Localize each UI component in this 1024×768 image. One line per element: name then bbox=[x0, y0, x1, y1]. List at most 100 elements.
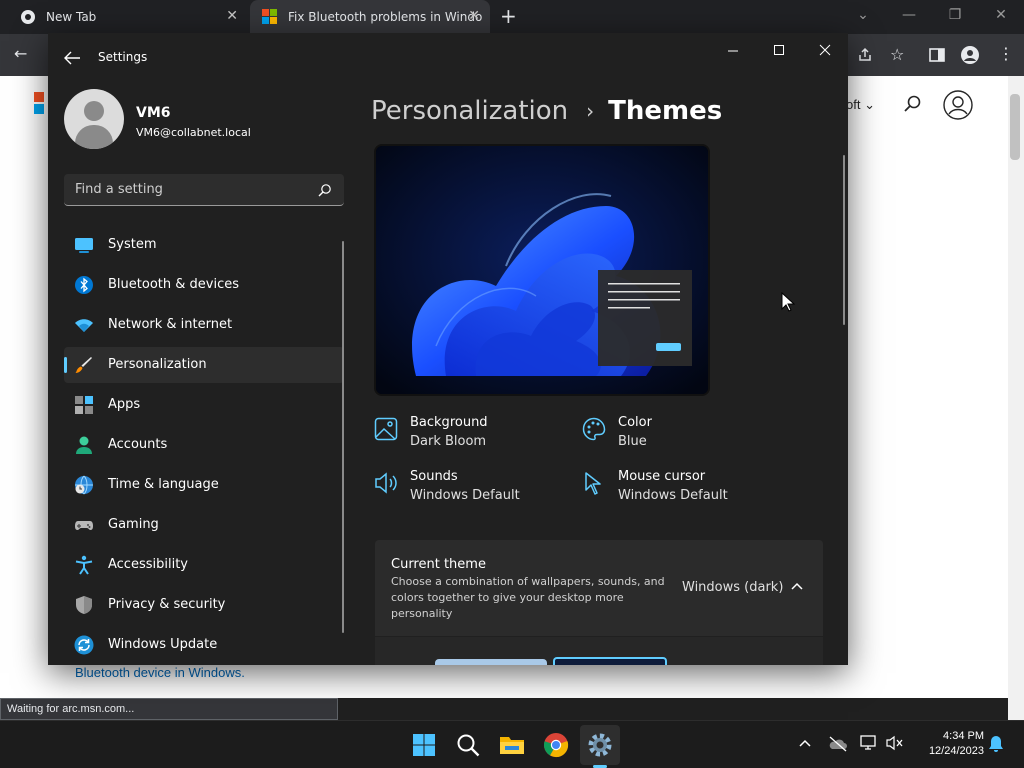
chevron-up-icon[interactable] bbox=[791, 582, 803, 590]
mouse-cursor-value: Windows Default bbox=[618, 488, 728, 503]
browser-tab-bluetooth[interactable]: Fix Bluetooth problems in Windo ✕ bbox=[250, 0, 490, 34]
volume-muted-icon[interactable] bbox=[886, 735, 904, 751]
settings-gear-icon[interactable] bbox=[584, 729, 616, 761]
breadcrumb: Personalization › Themes bbox=[371, 91, 722, 131]
back-arrow-icon[interactable] bbox=[62, 49, 82, 67]
clock-date: 12/24/2023 bbox=[928, 745, 984, 757]
user-profile[interactable]: VM6 VM6@collabnet.local bbox=[64, 89, 354, 151]
web-scrollbar[interactable] bbox=[1008, 76, 1024, 720]
microsoft-logo-icon[interactable] bbox=[34, 92, 44, 114]
theme-thumbnail-light[interactable] bbox=[435, 659, 547, 665]
web-nav-microsoft-menu[interactable]: oft ⌄ bbox=[846, 97, 875, 113]
nav-scrollbar[interactable] bbox=[342, 241, 344, 633]
sidebar-item-privacy[interactable]: Privacy & security bbox=[64, 587, 344, 623]
wifi-icon bbox=[75, 319, 93, 332]
sidebar-item-label: Gaming bbox=[108, 517, 159, 532]
browser-tab-new-tab[interactable]: New Tab ✕ bbox=[8, 0, 248, 34]
browser-window-controls: ⌄ — ❐ ✕ bbox=[840, 0, 1024, 34]
start-icon[interactable] bbox=[408, 729, 440, 761]
microsoft-logo-icon bbox=[262, 9, 277, 24]
browser-tab-title: New Tab bbox=[46, 10, 97, 24]
restore-icon[interactable]: ❐ bbox=[932, 0, 978, 34]
bluetooth-icon bbox=[75, 276, 93, 294]
sidebar-item-accessibility[interactable]: Accessibility bbox=[64, 547, 344, 583]
color-setting[interactable]: Color Blue bbox=[582, 415, 782, 457]
breadcrumb-parent[interactable]: Personalization bbox=[371, 96, 568, 126]
close-icon[interactable] bbox=[802, 37, 848, 67]
minimize-icon[interactable] bbox=[710, 37, 756, 67]
sidebar-item-network[interactable]: Network & internet bbox=[64, 307, 344, 343]
article-link[interactable]: Bluetooth device in Windows. bbox=[75, 665, 245, 680]
account-icon[interactable] bbox=[943, 90, 973, 120]
system-icon bbox=[75, 238, 93, 253]
profile-icon[interactable] bbox=[961, 46, 979, 64]
theme-preview bbox=[374, 144, 710, 396]
search-icon[interactable] bbox=[904, 95, 922, 113]
background-setting[interactable]: Background Dark Bloom bbox=[374, 415, 574, 457]
sidebar-item-label: Time & language bbox=[108, 477, 219, 492]
onedrive-offline-icon[interactable] bbox=[828, 735, 848, 753]
sidebar-item-accounts[interactable]: Accounts bbox=[64, 427, 344, 463]
current-theme-expander[interactable]: Current theme Choose a combination of wa… bbox=[375, 540, 823, 636]
chrome-icon bbox=[21, 10, 35, 24]
file-explorer-icon[interactable] bbox=[496, 729, 528, 761]
content-scrollbar[interactable] bbox=[843, 155, 845, 325]
sidebar-item-personalization[interactable]: Personalization bbox=[64, 347, 344, 383]
minimize-icon[interactable]: — bbox=[886, 0, 932, 34]
image-icon bbox=[374, 417, 398, 441]
sidebar-item-time-language[interactable]: Time & language bbox=[64, 467, 344, 503]
sidebar-item-label: Bluetooth & devices bbox=[108, 277, 239, 292]
sidebar-item-bluetooth[interactable]: Bluetooth & devices bbox=[64, 267, 344, 303]
share-icon[interactable] bbox=[857, 47, 873, 63]
apps-icon bbox=[75, 396, 93, 414]
shield-icon bbox=[76, 596, 92, 614]
side-panel-icon[interactable] bbox=[929, 47, 945, 63]
color-value: Blue bbox=[618, 434, 647, 449]
sidebar-item-label: Windows Update bbox=[108, 637, 218, 652]
page-title: Themes bbox=[608, 96, 723, 126]
clock-time: 4:34 PM bbox=[943, 730, 984, 742]
color-label: Color bbox=[618, 415, 652, 430]
search-icon[interactable] bbox=[318, 183, 332, 197]
browser-tab-bar: New Tab ✕ Fix Bluetooth problems in Wind… bbox=[0, 0, 1024, 34]
search-box bbox=[64, 174, 344, 206]
search-icon[interactable] bbox=[452, 729, 484, 761]
web-scrollbar-thumb[interactable] bbox=[1010, 94, 1020, 160]
maximize-icon[interactable] bbox=[756, 37, 802, 67]
close-icon[interactable]: ✕ bbox=[978, 0, 1024, 34]
back-arrow-icon[interactable]: ← bbox=[14, 44, 27, 63]
breadcrumb-separator: › bbox=[586, 99, 595, 123]
notification-bell-icon[interactable] bbox=[988, 735, 1004, 753]
sidebar-item-label: Privacy & security bbox=[108, 597, 226, 612]
globe-clock-icon bbox=[75, 475, 93, 495]
settings-title-bar: Settings bbox=[48, 33, 848, 81]
profile-name: VM6 bbox=[136, 105, 171, 121]
taskbar-clock[interactable]: 4:34 PM 12/24/2023 bbox=[916, 729, 984, 759]
network-icon[interactable] bbox=[860, 735, 878, 751]
mouse-cursor-label: Mouse cursor bbox=[618, 469, 706, 484]
close-icon[interactable]: ✕ bbox=[468, 8, 480, 24]
more-menu-icon[interactable]: ⋮ bbox=[998, 44, 1014, 63]
taskbar: 4:34 PM 12/24/2023 bbox=[0, 720, 1024, 768]
current-theme-title: Current theme bbox=[391, 557, 486, 572]
browser-tab-title: Fix Bluetooth problems in Windo bbox=[288, 10, 483, 24]
theme-thumbnail-dark[interactable] bbox=[553, 657, 667, 665]
chevron-up-icon[interactable] bbox=[799, 739, 811, 747]
update-icon bbox=[74, 635, 94, 655]
background-label: Background bbox=[410, 415, 488, 430]
mouse-cursor-setting[interactable]: Mouse cursor Windows Default bbox=[582, 469, 782, 511]
sidebar-item-system[interactable]: System bbox=[64, 227, 344, 263]
sidebar-item-windows-update[interactable]: Windows Update bbox=[64, 627, 344, 663]
close-icon[interactable]: ✕ bbox=[226, 8, 238, 24]
settings-window: Settings VM6 VM6@collabnet.local System bbox=[48, 33, 848, 665]
sidebar-item-gaming[interactable]: Gaming bbox=[64, 507, 344, 543]
sounds-setting[interactable]: Sounds Windows Default bbox=[374, 469, 574, 511]
chrome-icon[interactable] bbox=[540, 729, 572, 761]
star-icon[interactable]: ☆ bbox=[890, 45, 904, 64]
chevron-down-icon[interactable]: ⌄ bbox=[840, 0, 886, 34]
new-tab-icon[interactable]: + bbox=[500, 4, 517, 28]
sidebar-item-apps[interactable]: Apps bbox=[64, 387, 344, 423]
search-input[interactable] bbox=[64, 174, 314, 205]
background-value: Dark Bloom bbox=[410, 434, 487, 449]
person-icon bbox=[76, 436, 92, 454]
